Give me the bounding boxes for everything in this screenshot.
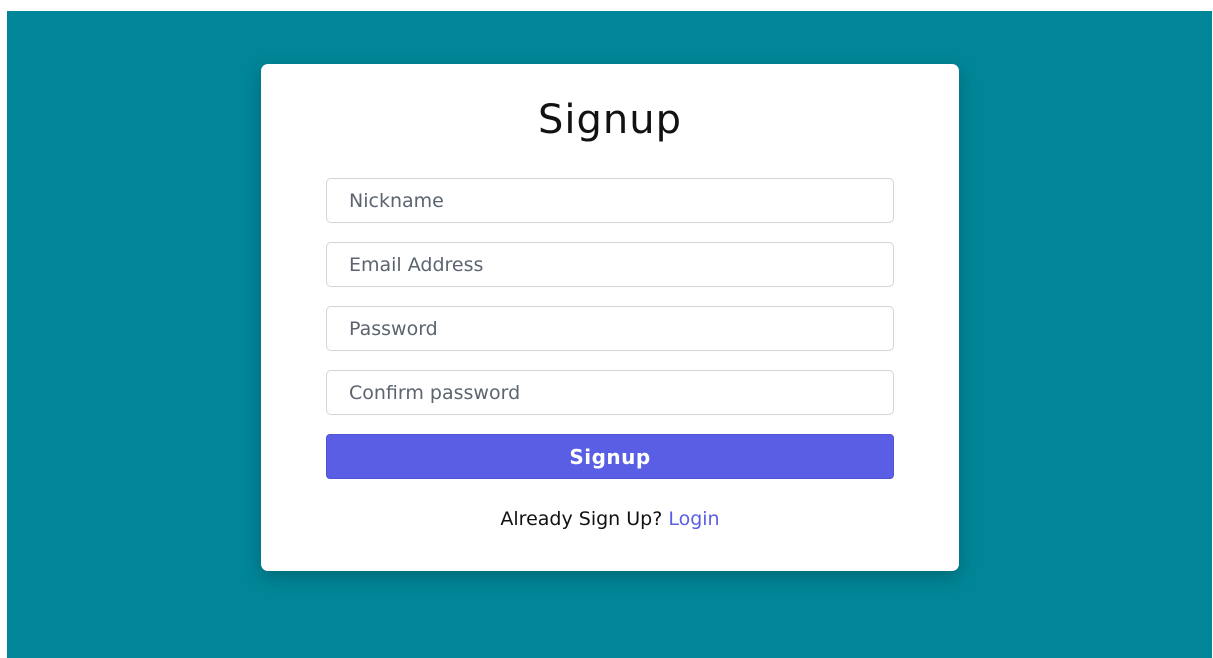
page-title: Signup bbox=[538, 97, 682, 143]
nickname-input[interactable] bbox=[326, 178, 894, 223]
email-input[interactable] bbox=[326, 242, 894, 287]
password-input[interactable] bbox=[326, 306, 894, 351]
page-background: Signup Signup Already Sign Up? Login bbox=[7, 11, 1212, 658]
signup-card: Signup Signup Already Sign Up? Login bbox=[261, 64, 959, 571]
login-prompt-text: Already Sign Up? bbox=[500, 508, 669, 530]
confirm-password-input[interactable] bbox=[326, 370, 894, 415]
signup-button[interactable]: Signup bbox=[326, 434, 894, 479]
login-prompt: Already Sign Up? Login bbox=[261, 507, 959, 531]
login-link[interactable]: Login bbox=[668, 508, 719, 530]
